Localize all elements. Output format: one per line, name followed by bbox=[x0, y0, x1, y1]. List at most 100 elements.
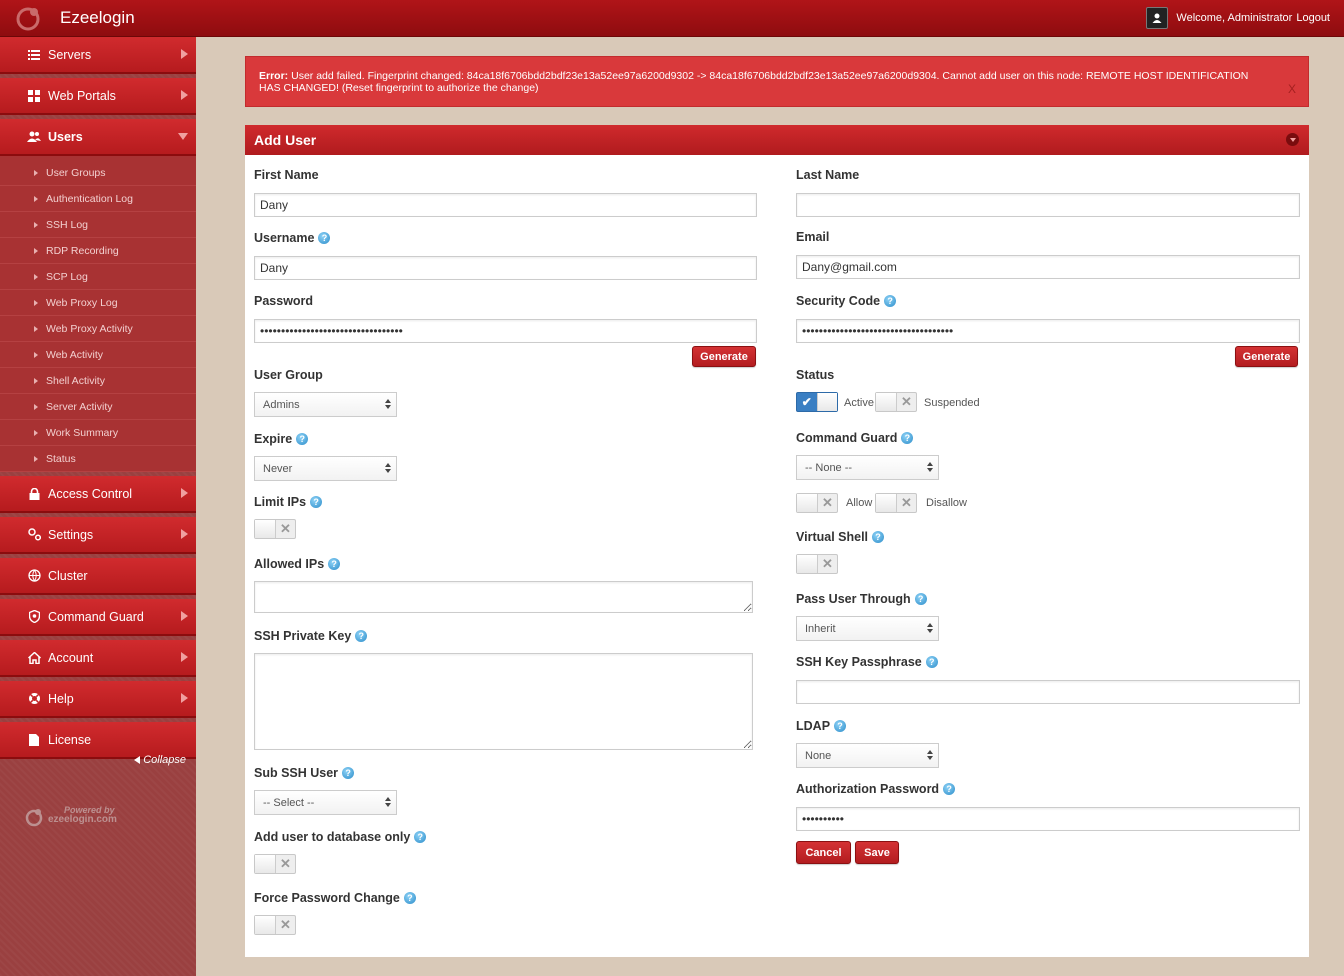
sidebar-item-cluster[interactable]: Cluster bbox=[0, 558, 196, 595]
help-icon[interactable]: ? bbox=[884, 295, 897, 307]
bullet-icon bbox=[34, 429, 38, 436]
top-bar: Ezeelogin Welcome, Administrator Logout bbox=[0, 0, 1344, 37]
help-icon[interactable]: ? bbox=[943, 783, 956, 795]
sidebar-subitem-web-activity[interactable]: Web Activity bbox=[0, 342, 196, 368]
add-user-panel: Add User First Name Username? Password G… bbox=[245, 125, 1309, 957]
sidebar-item-users[interactable]: Users bbox=[0, 119, 196, 156]
sidebar-item-settings[interactable]: Settings bbox=[0, 517, 196, 554]
alert-close-button[interactable]: X bbox=[1288, 83, 1296, 95]
select-arrows-icon bbox=[385, 399, 391, 409]
save-button[interactable]: Save bbox=[855, 841, 899, 864]
help-icon[interactable]: ? bbox=[834, 720, 847, 732]
help-icon[interactable]: ? bbox=[872, 531, 885, 543]
help-icon[interactable]: ? bbox=[318, 232, 331, 244]
sidebar-subitem-work-summary[interactable]: Work Summary bbox=[0, 420, 196, 446]
sidebar-subitem-scp-log[interactable]: SCP Log bbox=[0, 264, 196, 290]
sidebar-item-help[interactable]: Help bbox=[0, 681, 196, 718]
sidebar-item-web-portals[interactable]: Web Portals bbox=[0, 78, 196, 115]
subitem-label: Work Summary bbox=[46, 426, 119, 439]
help-icon[interactable]: ? bbox=[342, 767, 355, 779]
email-input[interactable] bbox=[796, 255, 1300, 279]
user-box: Welcome, Administrator Logout bbox=[1146, 7, 1330, 29]
sidebar-item-access-control[interactable]: Access Control bbox=[0, 476, 196, 513]
bullet-icon bbox=[34, 351, 38, 358]
pass-user-through-select[interactable]: Inherit bbox=[796, 616, 939, 641]
ldap-select[interactable]: None bbox=[796, 743, 939, 768]
logout-link[interactable]: Logout bbox=[1296, 12, 1330, 24]
status-active-label: Active bbox=[844, 397, 874, 409]
panel-collapse-icon[interactable] bbox=[1286, 133, 1299, 146]
limit-ips-label: Limit IPs? bbox=[254, 495, 323, 509]
ezeelogin-logo-icon bbox=[16, 7, 40, 31]
help-icon[interactable]: ? bbox=[414, 831, 427, 843]
ssh-key-passphrase-input[interactable] bbox=[796, 680, 1300, 704]
sidebar-item-command-guard[interactable]: Command Guard bbox=[0, 599, 196, 636]
command-guard-allow-toggle[interactable]: ✕ bbox=[796, 493, 838, 513]
sidebar-subitem-server-activity[interactable]: Server Activity bbox=[0, 394, 196, 420]
sidebar-subitem-authentication-log[interactable]: Authentication Log bbox=[0, 186, 196, 212]
select-arrows-icon bbox=[385, 797, 391, 807]
error-prefix: Error: bbox=[259, 70, 289, 82]
sidebar-item-label: Cluster bbox=[48, 568, 88, 583]
first-name-input[interactable] bbox=[254, 193, 757, 217]
sub-ssh-user-label: Sub SSH User? bbox=[254, 766, 355, 780]
help-icon[interactable]: ? bbox=[328, 558, 341, 570]
virtual-shell-label: Virtual Shell? bbox=[796, 530, 885, 544]
sidebar-subitem-web-proxy-log[interactable]: Web Proxy Log bbox=[0, 290, 196, 316]
status-active-toggle[interactable]: ✔ bbox=[796, 392, 838, 412]
virtual-shell-toggle[interactable]: ✕ bbox=[796, 554, 838, 574]
sidebar-subitem-ssh-log[interactable]: SSH Log bbox=[0, 212, 196, 238]
expire-select[interactable]: Never bbox=[254, 456, 397, 481]
limit-ips-toggle[interactable]: ✕ bbox=[254, 519, 296, 539]
authorization-password-input[interactable] bbox=[796, 807, 1300, 831]
panel-title: Add User bbox=[254, 132, 317, 148]
sidebar-item-label: Access Control bbox=[48, 486, 133, 501]
generate-security-code-button[interactable]: Generate bbox=[1235, 346, 1298, 367]
add-db-only-toggle[interactable]: ✕ bbox=[254, 854, 296, 874]
sub-ssh-user-select[interactable]: -- Select -- bbox=[254, 790, 397, 815]
home-icon bbox=[26, 650, 42, 666]
password-input[interactable] bbox=[254, 319, 757, 343]
cancel-button[interactable]: Cancel bbox=[796, 841, 851, 864]
lock-icon bbox=[26, 486, 42, 502]
x-icon: ✕ bbox=[901, 495, 912, 510]
sidebar-subitem-shell-activity[interactable]: Shell Activity bbox=[0, 368, 196, 394]
ldap-label: LDAP? bbox=[796, 719, 847, 733]
expire-label: Expire? bbox=[254, 432, 309, 446]
collapse-label: Collapse bbox=[143, 754, 186, 766]
sidebar-item-label: Users bbox=[48, 129, 83, 144]
sidebar-item-servers[interactable]: Servers bbox=[0, 37, 196, 74]
subitem-label: Authentication Log bbox=[46, 192, 133, 205]
help-icon[interactable]: ? bbox=[296, 433, 309, 445]
command-guard-select[interactable]: -- None -- bbox=[796, 455, 939, 480]
x-icon: ✕ bbox=[822, 495, 833, 510]
select-arrows-icon bbox=[927, 750, 933, 760]
allowed-ips-textarea[interactable] bbox=[254, 581, 753, 613]
sidebar-subitem-rdp-recording[interactable]: RDP Recording bbox=[0, 238, 196, 264]
collapse-sidebar-button[interactable]: Collapse bbox=[134, 754, 186, 766]
generate-password-button[interactable]: Generate bbox=[692, 346, 756, 367]
ssh-private-key-textarea[interactable] bbox=[254, 653, 753, 750]
sidebar-subitem-user-groups[interactable]: User Groups bbox=[0, 160, 196, 186]
username-input[interactable] bbox=[254, 256, 757, 280]
help-icon[interactable]: ? bbox=[355, 630, 368, 642]
select-arrows-icon bbox=[385, 463, 391, 473]
sidebar-item-account[interactable]: Account bbox=[0, 640, 196, 677]
command-guard-disallow-toggle[interactable]: ✕ bbox=[875, 493, 917, 513]
status-suspended-toggle[interactable]: ✕ bbox=[875, 392, 917, 412]
force-password-change-toggle[interactable]: ✕ bbox=[254, 915, 296, 935]
last-name-input[interactable] bbox=[796, 193, 1300, 217]
help-icon[interactable]: ? bbox=[310, 496, 323, 508]
help-icon[interactable]: ? bbox=[901, 432, 914, 444]
user-group-select[interactable]: Admins bbox=[254, 392, 397, 417]
help-icon[interactable]: ? bbox=[403, 892, 416, 904]
sidebar-subitem-web-proxy-activity[interactable]: Web Proxy Activity bbox=[0, 316, 196, 342]
help-icon[interactable]: ? bbox=[914, 593, 927, 605]
sidebar-subitem-status[interactable]: Status bbox=[0, 446, 196, 472]
security-code-input[interactable] bbox=[796, 319, 1300, 343]
help-icon[interactable]: ? bbox=[925, 656, 938, 668]
document-icon bbox=[26, 732, 42, 748]
pass-user-through-label: Pass User Through? bbox=[796, 592, 927, 606]
x-icon: ✕ bbox=[280, 521, 291, 536]
chevron-right-icon bbox=[181, 652, 188, 662]
